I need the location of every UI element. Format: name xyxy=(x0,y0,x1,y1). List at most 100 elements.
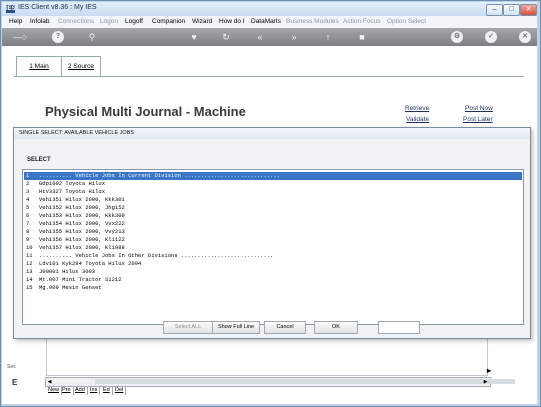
menu-action-focus[interactable]: Action Focus xyxy=(343,17,381,27)
nav-previous-button[interactable]: Pre xyxy=(60,386,74,395)
nav-insert-button[interactable]: Ins xyxy=(88,386,101,395)
select-all-button[interactable]: Select ALL xyxy=(163,321,213,334)
list-item-number: 6 xyxy=(26,212,30,219)
list-item-number: 13 xyxy=(26,268,33,275)
nav-delete-button[interactable]: Del xyxy=(113,386,127,395)
nav-edit-button[interactable]: Ed xyxy=(101,386,113,395)
help-icon[interactable]: ? xyxy=(52,31,64,43)
list-item[interactable]: 9 Veh1356 Hilux 2000, Kl1122 xyxy=(24,236,522,244)
back-icon[interactable]: « xyxy=(254,31,266,43)
list-item-number: 9 xyxy=(26,236,30,243)
list-item-label: Mg.009 Mesin Genset xyxy=(39,284,102,291)
stop-icon[interactable]: ■ xyxy=(356,31,368,43)
list-item[interactable]: 12 Ldv101 Kyk294 Toyota Hilux 2004 xyxy=(24,260,522,268)
list-item[interactable]: 2 Gdp1002 Toyota Hilux xyxy=(24,180,522,188)
show-full-line-button[interactable]: Show Full Line xyxy=(212,321,260,334)
retrieve-link[interactable]: Retrieve xyxy=(405,105,429,112)
list-item-number: 1 xyxy=(26,172,30,179)
validate-link[interactable]: Validate xyxy=(406,116,429,123)
close-window-button[interactable]: ✕ xyxy=(520,4,537,16)
list-item[interactable]: 6 Veh1353 Hilux 2000, Kkk309 xyxy=(24,212,522,220)
list-item[interactable]: 5 Veh1352 Hilux 2000, Jhg152 xyxy=(24,204,522,212)
window-title: IES Client v8.36 : My IES xyxy=(18,4,97,11)
list-item-number: 11 xyxy=(26,252,33,259)
menu-wizard[interactable]: Wizard xyxy=(192,17,212,27)
vehicle-jobs-list[interactable]: 1 .......... Vehicle Jobs In Current Divi… xyxy=(22,169,524,325)
select-dialog: SINGLE SELECT: AVAILABLE VEHICLE JOBS SE… xyxy=(13,127,531,339)
minimize-button[interactable]: – xyxy=(486,4,503,16)
form-panel xyxy=(46,337,488,376)
search-icon[interactable]: ⚲ xyxy=(86,31,98,43)
close-icon[interactable]: ✕ xyxy=(519,31,531,43)
maximize-button[interactable]: □ xyxy=(503,4,520,16)
list-item[interactable]: 8 Veh1355 Hilux 2000, Vvy213 xyxy=(24,228,522,236)
menu-bar: Help Infolab Connections Logon Logoff Co… xyxy=(2,16,537,28)
upload-icon[interactable]: ↑ xyxy=(322,31,334,43)
list-item-number: 4 xyxy=(26,196,30,203)
forward-icon[interactable]: » xyxy=(288,31,300,43)
list-item-number: 7 xyxy=(26,220,30,227)
list-item[interactable]: 11 .......... Vehicle Jobs In Other Divis… xyxy=(24,252,522,260)
list-item[interactable]: 13 J00001 Hilux 3003 xyxy=(24,268,522,276)
list-item[interactable]: 15 Mg.009 Mesin Genset xyxy=(24,284,522,292)
tab-source[interactable]: 2 Source xyxy=(61,56,101,77)
list-item-label: Gdp1002 Toyota Hilux xyxy=(39,180,106,187)
side-label: Ses xyxy=(7,364,16,370)
filter-input[interactable] xyxy=(378,321,420,334)
list-item[interactable]: 14 Mt.007 Mini Tractor S1212 xyxy=(24,276,522,284)
row-marker-icon: ▸ xyxy=(487,366,492,375)
list-item-number: 8 xyxy=(26,228,30,235)
menu-infolab[interactable]: Infolab xyxy=(30,17,50,27)
scroll-right-icon[interactable]: ▶ xyxy=(482,378,489,386)
scroll-left-icon[interactable]: ◀ xyxy=(46,378,53,386)
list-item-number: 2 xyxy=(26,180,30,187)
list-item-label: Veh1356 Hilux 2000, Kl1122 xyxy=(39,236,125,243)
dialog-body: SELECT 1 .......... Vehicle Jobs In Curre… xyxy=(14,139,530,338)
menu-business-modules[interactable]: Business Modules xyxy=(286,17,339,27)
post-now-link[interactable]: Post Now xyxy=(465,105,493,112)
nav-add-button[interactable]: Add xyxy=(73,386,88,395)
post-later-link[interactable]: Post Later xyxy=(463,116,493,123)
list-item-number: 5 xyxy=(26,204,30,211)
heart-icon[interactable]: ♥ xyxy=(188,31,200,43)
list-item-number: 10 xyxy=(26,244,33,251)
list-item[interactable]: 7 Veh1354 Hilux 2000, Vvx222 xyxy=(24,220,522,228)
list-item-label: Veh1352 Hilux 2000, Jhg152 xyxy=(39,204,125,211)
list-item-number: 15 xyxy=(26,284,33,291)
menu-how-do-i[interactable]: How do I xyxy=(219,17,245,27)
select-heading: SELECT xyxy=(27,157,51,163)
app-logo-icon: IES xyxy=(6,5,16,13)
list-item[interactable]: 10 Veh1357 Hilux 2000, Kl1988 xyxy=(24,244,522,252)
menu-connections[interactable]: Connections xyxy=(58,17,94,27)
refresh-icon[interactable]: ↻ xyxy=(220,31,232,43)
menu-companion[interactable]: Companion xyxy=(152,17,185,27)
dialog-title: SINGLE SELECT: AVAILABLE VEHICLE JOBS xyxy=(14,128,530,139)
info-icon[interactable]: ⚙ xyxy=(451,31,463,43)
list-item-label: Mt.007 Mini Tractor S1212 xyxy=(39,276,122,283)
menu-logon[interactable]: Logon xyxy=(100,17,118,27)
ok-button[interactable]: OK xyxy=(314,321,358,334)
menu-help[interactable]: Help xyxy=(9,17,22,27)
list-item-label: Veh1351 Hilux 2000, Kkk301 xyxy=(39,196,125,203)
list-item-label: Ldv101 Kyk294 Toyota Hilux 2004 xyxy=(39,260,142,267)
list-item-label: Veh1357 Hilux 2000, Kl1988 xyxy=(39,244,125,251)
menu-option-select[interactable]: Option Select xyxy=(387,17,426,27)
list-item[interactable]: 1 .......... Vehicle Jobs In Current Divi… xyxy=(24,172,522,180)
list-item-number: 14 xyxy=(26,276,33,283)
side-label-large: E xyxy=(12,378,18,387)
toolbar: ―○ ? ⚲ ♥ ↻ « » ↑ ■ ⚙ ✓ ✕ xyxy=(2,28,537,46)
tab-main[interactable]: 1 Main xyxy=(16,56,62,77)
list-item-number: 12 xyxy=(26,260,33,267)
check-icon[interactable]: ✓ xyxy=(485,31,497,43)
scroll-thumb[interactable] xyxy=(95,379,515,384)
list-item-label: .......... Vehicle Jobs In Current Divis… xyxy=(39,172,280,179)
list-item-number: 3 xyxy=(26,188,30,195)
cancel-button[interactable]: Cancel xyxy=(264,321,306,334)
menu-datamarts[interactable]: DataMarts xyxy=(251,17,281,27)
list-item[interactable]: 3 Htv3327 Toyota Hilux xyxy=(24,188,522,196)
menu-logoff[interactable]: Logoff xyxy=(125,17,143,27)
list-item-label: Veh1353 Hilux 2000, Kkk309 xyxy=(39,212,125,219)
key-icon[interactable]: ―○ xyxy=(8,31,32,43)
list-item[interactable]: 4 Veh1351 Hilux 2000, Kkk301 xyxy=(24,196,522,204)
list-item-label: Veh1354 Hilux 2000, Vvx222 xyxy=(39,220,125,227)
